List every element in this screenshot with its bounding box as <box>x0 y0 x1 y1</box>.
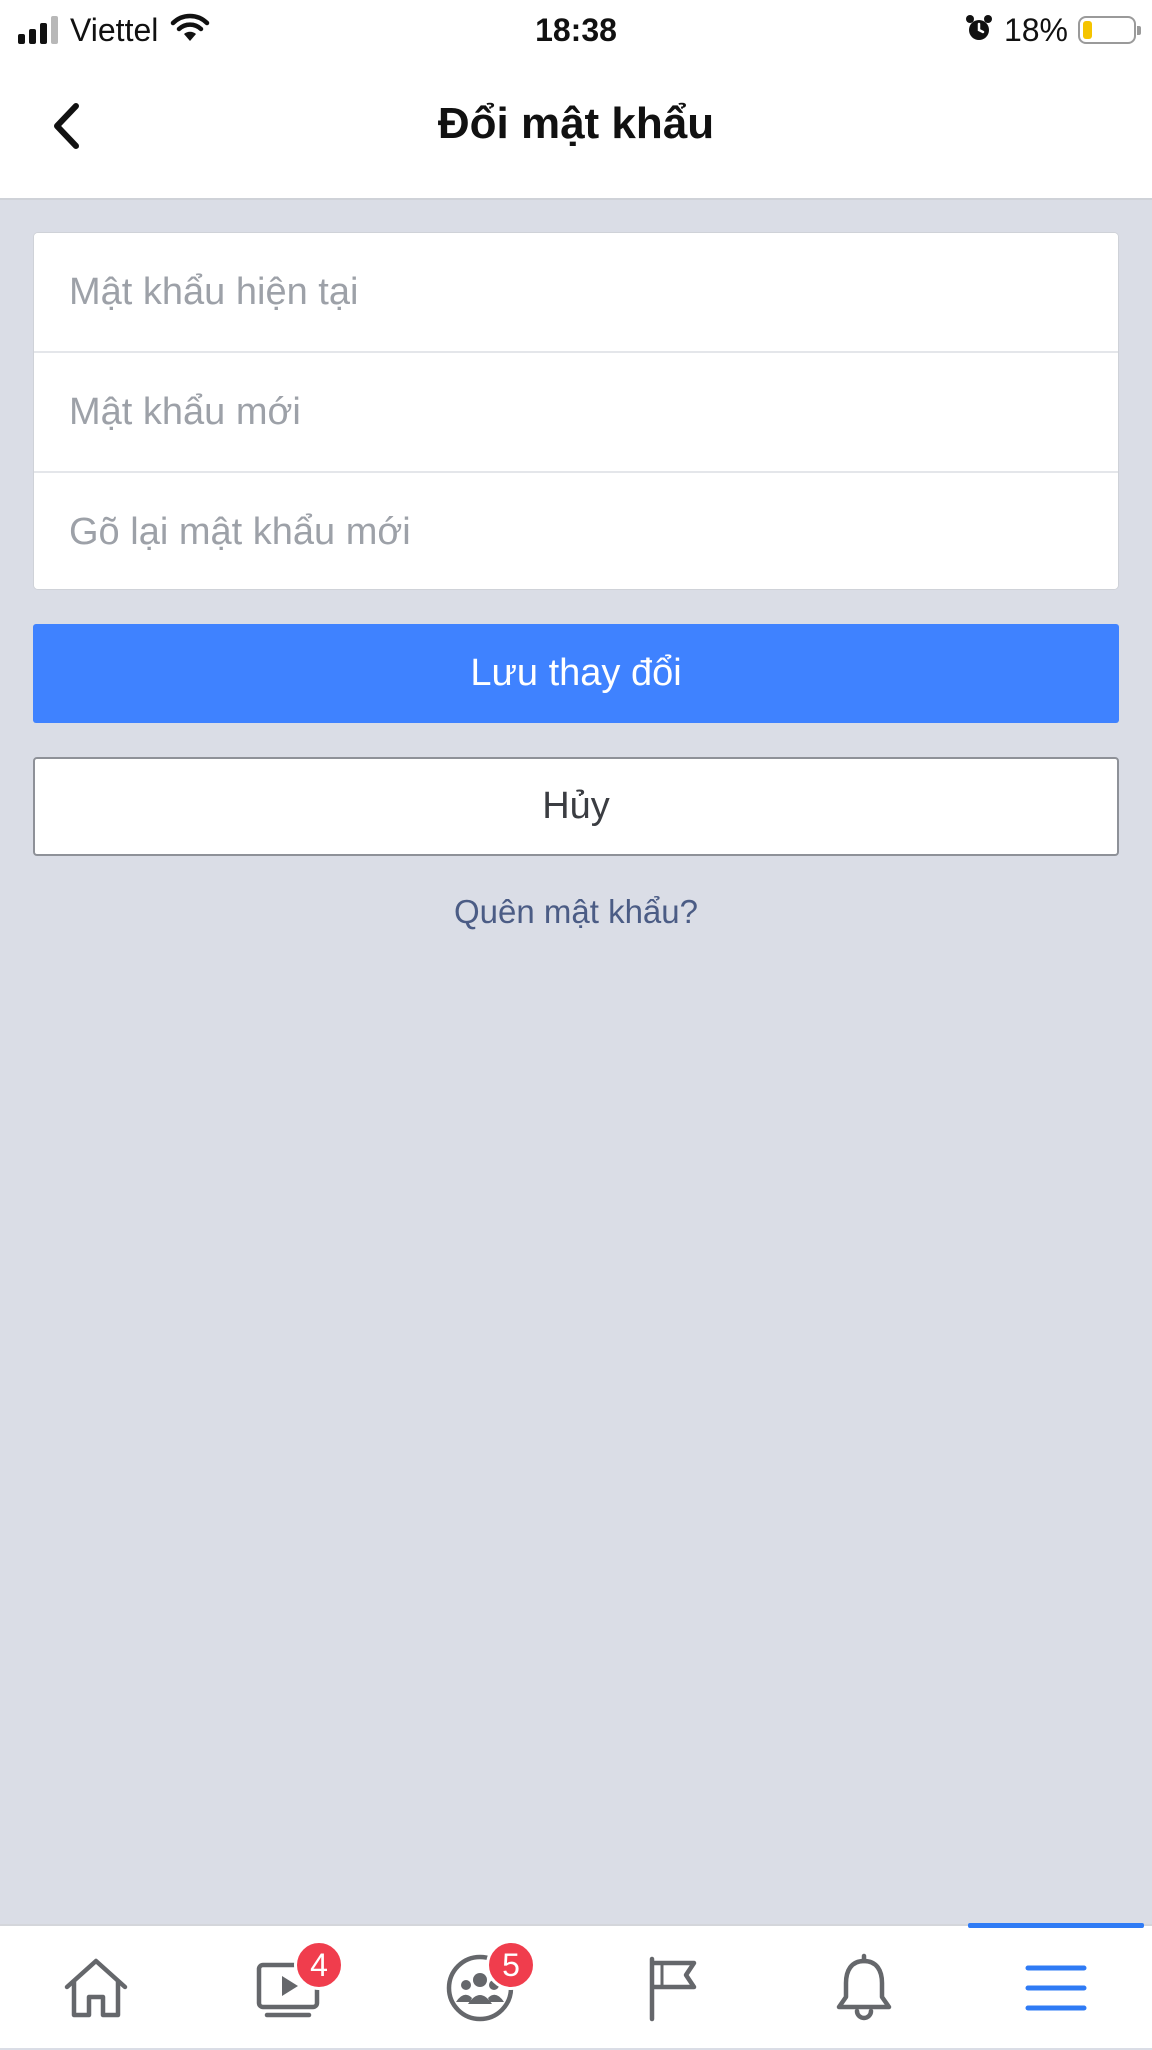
groups-badge: 5 <box>486 1940 536 1990</box>
tab-groups[interactable]: 5 <box>384 1926 576 2050</box>
password-form <box>33 232 1119 590</box>
forgot-password-link[interactable]: Quên mật khẩu? <box>0 890 1152 934</box>
status-bar: Viettel 18:38 18% <box>0 0 1152 58</box>
tab-pages[interactable] <box>576 1926 768 2050</box>
battery-icon <box>1078 16 1141 44</box>
pages-flag-icon <box>649 1956 697 2022</box>
nav-bar: Đổi mật khẩu <box>0 58 1152 200</box>
watch-badge: 4 <box>294 1940 344 1990</box>
tab-home[interactable] <box>0 1926 192 2050</box>
battery-level <box>1083 21 1092 39</box>
tab-menu[interactable] <box>960 1926 1152 2050</box>
cancel-button[interactable]: Hủy <box>33 757 1119 856</box>
menu-icon <box>1025 1965 1087 2011</box>
page-title: Đổi mật khẩu <box>437 99 715 148</box>
tab-bar: 4 5 <box>0 1923 1152 2050</box>
home-icon <box>64 1958 128 2018</box>
save-changes-button[interactable]: Lưu thay đổi <box>33 624 1119 723</box>
bell-icon <box>836 1953 892 2021</box>
tab-notifications[interactable] <box>768 1926 960 2050</box>
status-right: 18% <box>964 8 1141 52</box>
tab-watch[interactable]: 4 <box>192 1926 384 2050</box>
new-password-input[interactable] <box>34 353 1118 472</box>
current-password-input[interactable] <box>34 233 1118 352</box>
alarm-icon <box>964 13 994 48</box>
battery-percent: 18% <box>1003 11 1068 48</box>
confirm-password-input[interactable] <box>34 473 1118 589</box>
